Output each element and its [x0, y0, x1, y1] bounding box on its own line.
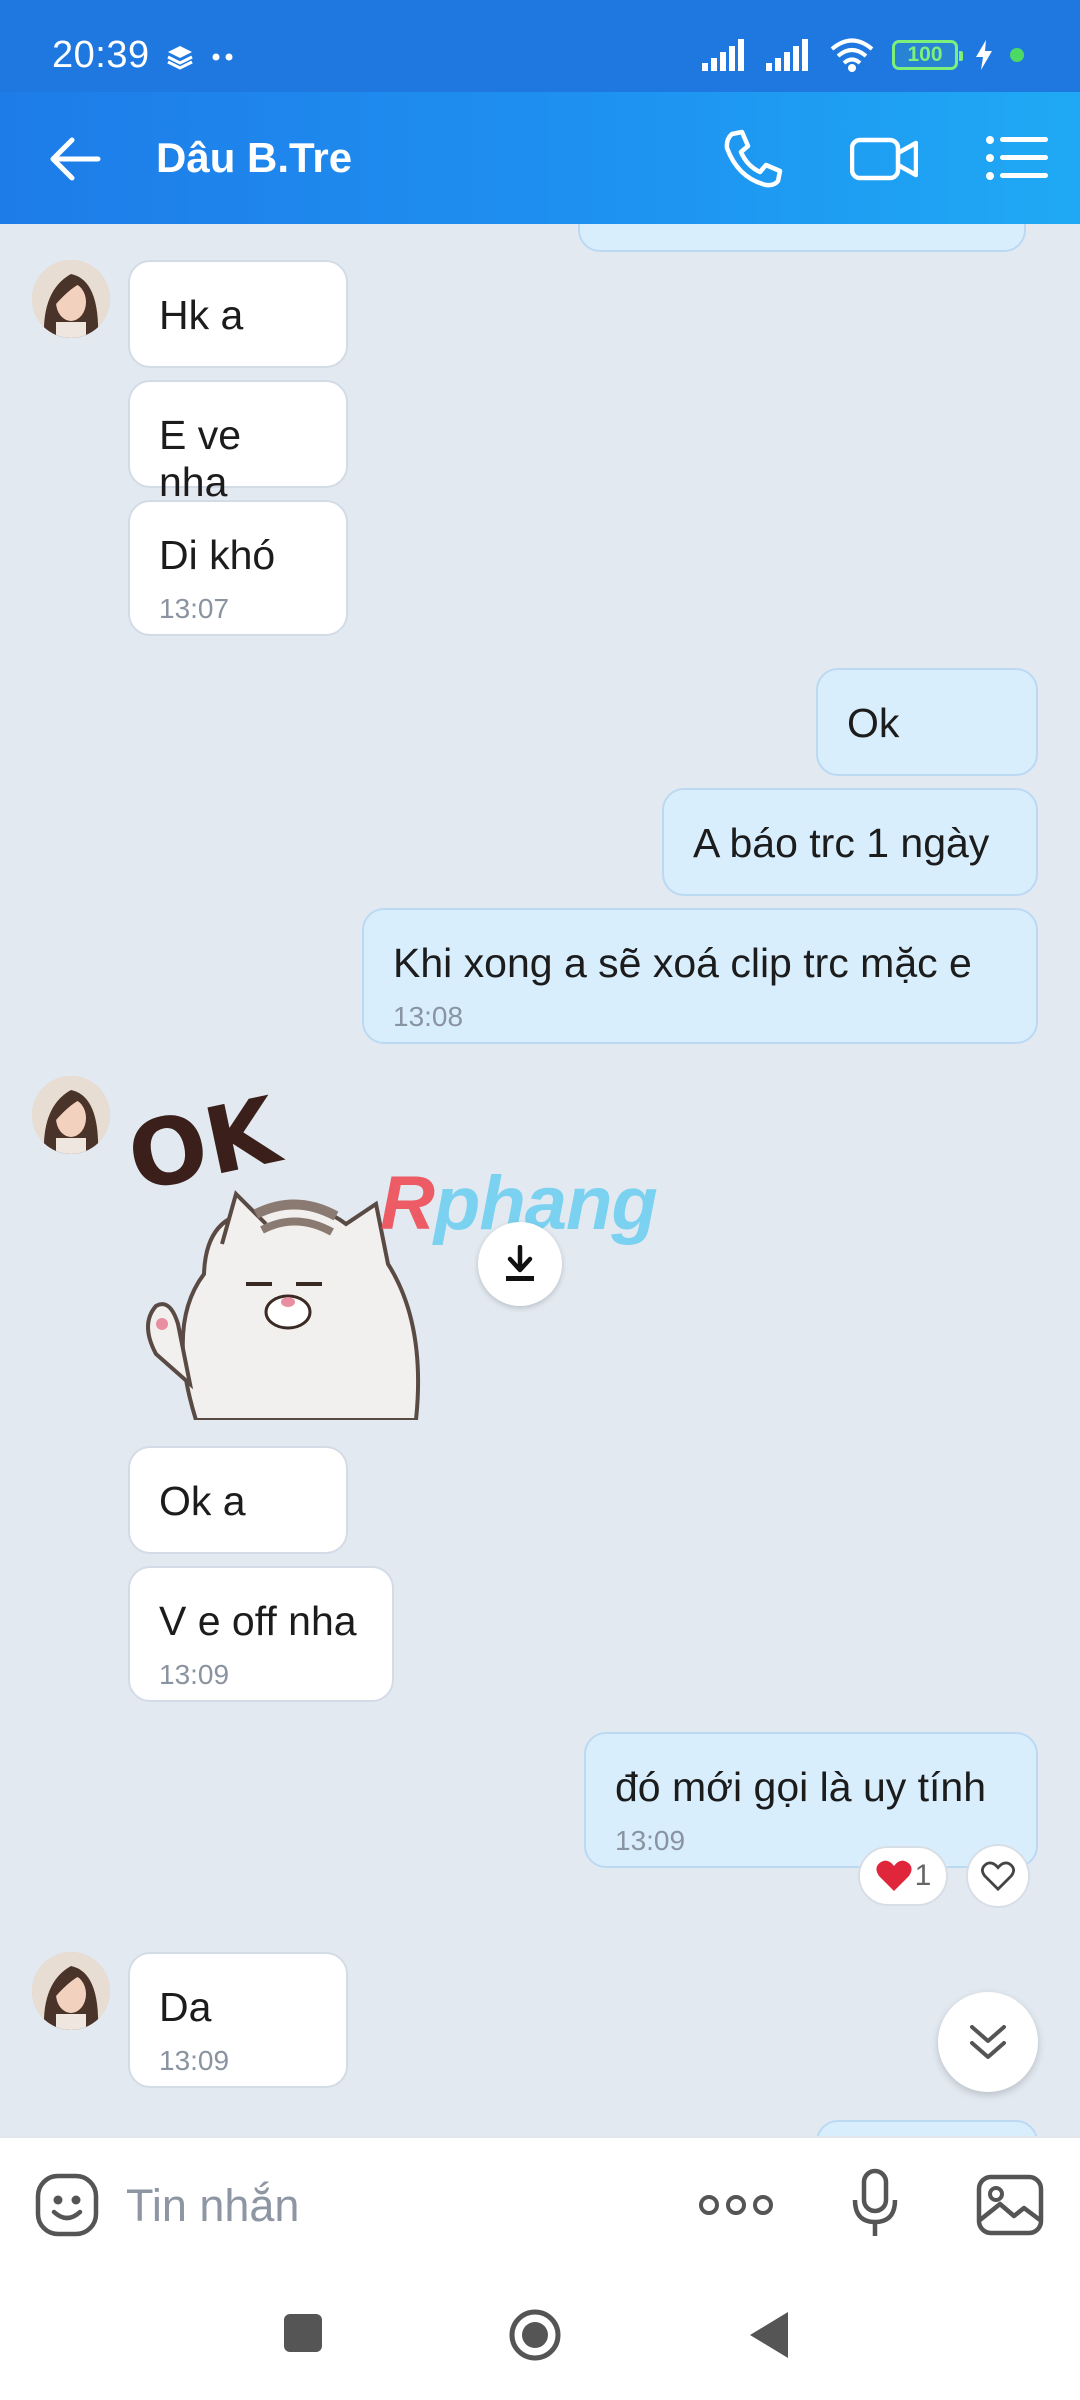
message-bubble[interactable]: Ok: [816, 668, 1038, 776]
cat-ok-sticker[interactable]: OK: [126, 1084, 456, 1420]
message-text: Da: [159, 1984, 212, 2030]
message-text: Hk a: [159, 292, 244, 338]
message-timestamp: 13:09: [615, 1825, 686, 1856]
message-timestamp: 13:07: [159, 593, 230, 624]
contact-name[interactable]: Dâu B.Tre: [156, 134, 352, 182]
message-bubble[interactable]: đó mới gọi là uy tính 13:09: [584, 1732, 1038, 1868]
charging-icon: [976, 40, 992, 70]
message-text: Ok: [847, 700, 900, 746]
reaction-badge[interactable]: 1: [858, 1846, 948, 1906]
message-text: Ok a: [159, 1478, 246, 1524]
back-arrow-icon[interactable]: [46, 130, 104, 188]
scroll-to-bottom-button[interactable]: [938, 1992, 1038, 2092]
message-text: Khi xong a sẽ xoá clip trc mặc e: [393, 940, 972, 986]
status-time: 20:39: [52, 34, 150, 76]
message-bubble[interactable]: Da 13:09: [128, 1952, 348, 2088]
message-text: Di khó: [159, 532, 276, 578]
message-text: V e off nha: [159, 1598, 357, 1644]
double-chevron-down-icon: [970, 2025, 1006, 2059]
react-button[interactable]: [966, 1844, 1030, 1908]
signal-icon: [766, 39, 808, 71]
message-bubble-partial: [816, 2120, 1038, 2136]
microphone-icon[interactable]: [850, 2168, 900, 2240]
menu-list-icon[interactable]: [984, 126, 1052, 190]
message-composer: Tin nhắn: [0, 2136, 1080, 2268]
reaction-count: 1: [914, 1859, 932, 1892]
home-icon[interactable]: [508, 2308, 562, 2362]
layers-icon: [167, 46, 193, 70]
battery-level: 100: [907, 43, 943, 66]
heart-outline-icon: [981, 1861, 1015, 1892]
message-bubble[interactable]: Khi xong a sẽ xoá clip trc mặc e 13:08: [362, 908, 1038, 1044]
message-bubble-partial: [578, 224, 1026, 252]
status-bar: 20:39 100: [0, 0, 1080, 92]
message-timestamp: 13:08: [393, 1001, 464, 1032]
emoji-icon[interactable]: [34, 2172, 100, 2238]
message-bubble[interactable]: Ok a: [128, 1446, 348, 1554]
more-options-icon[interactable]: [698, 2190, 774, 2220]
gallery-icon[interactable]: [976, 2174, 1044, 2236]
wifi-icon: [830, 38, 874, 72]
signal-icon: [702, 39, 744, 71]
message-timestamp: 13:09: [159, 2045, 230, 2076]
recent-apps-icon[interactable]: [282, 2312, 324, 2354]
message-bubble[interactable]: A báo trc 1 ngày: [662, 788, 1038, 896]
message-timestamp: 13:09: [159, 1659, 230, 1690]
message-text: A báo trc 1 ngày: [693, 820, 990, 866]
download-button[interactable]: [478, 1222, 562, 1306]
system-navigation-bar: [0, 2268, 1080, 2400]
sticker-text: OK: [126, 1084, 291, 1213]
avatar[interactable]: [32, 1952, 110, 2030]
message-text: đó mới gọi là uy tính: [615, 1764, 987, 1810]
avatar[interactable]: [32, 1076, 110, 1154]
chat-header: Dâu B.Tre: [0, 92, 1080, 224]
chat-area[interactable]: Hk a E ve nha Di khó 13:07 Ok A báo trc …: [0, 224, 1080, 2136]
avatar[interactable]: [32, 260, 110, 338]
notification-dot: [1010, 48, 1024, 62]
back-nav-icon[interactable]: [748, 2310, 790, 2360]
dots-icon: [212, 53, 233, 61]
download-icon: [506, 1245, 534, 1281]
video-call-icon[interactable]: [850, 126, 918, 190]
message-text: E ve nha: [159, 412, 242, 505]
message-bubble[interactable]: Di khó 13:07: [128, 500, 348, 636]
battery-icon: 100: [892, 40, 963, 70]
message-input[interactable]: Tin nhắn: [126, 2180, 299, 2232]
message-bubble[interactable]: E ve nha: [128, 380, 348, 505]
message-bubble[interactable]: V e off nha 13:09: [128, 1566, 394, 1702]
heart-icon: [876, 1860, 912, 1891]
phone-icon[interactable]: [718, 126, 786, 190]
watermark-letter: R: [380, 1161, 435, 1246]
message-bubble[interactable]: Hk a: [128, 260, 348, 368]
